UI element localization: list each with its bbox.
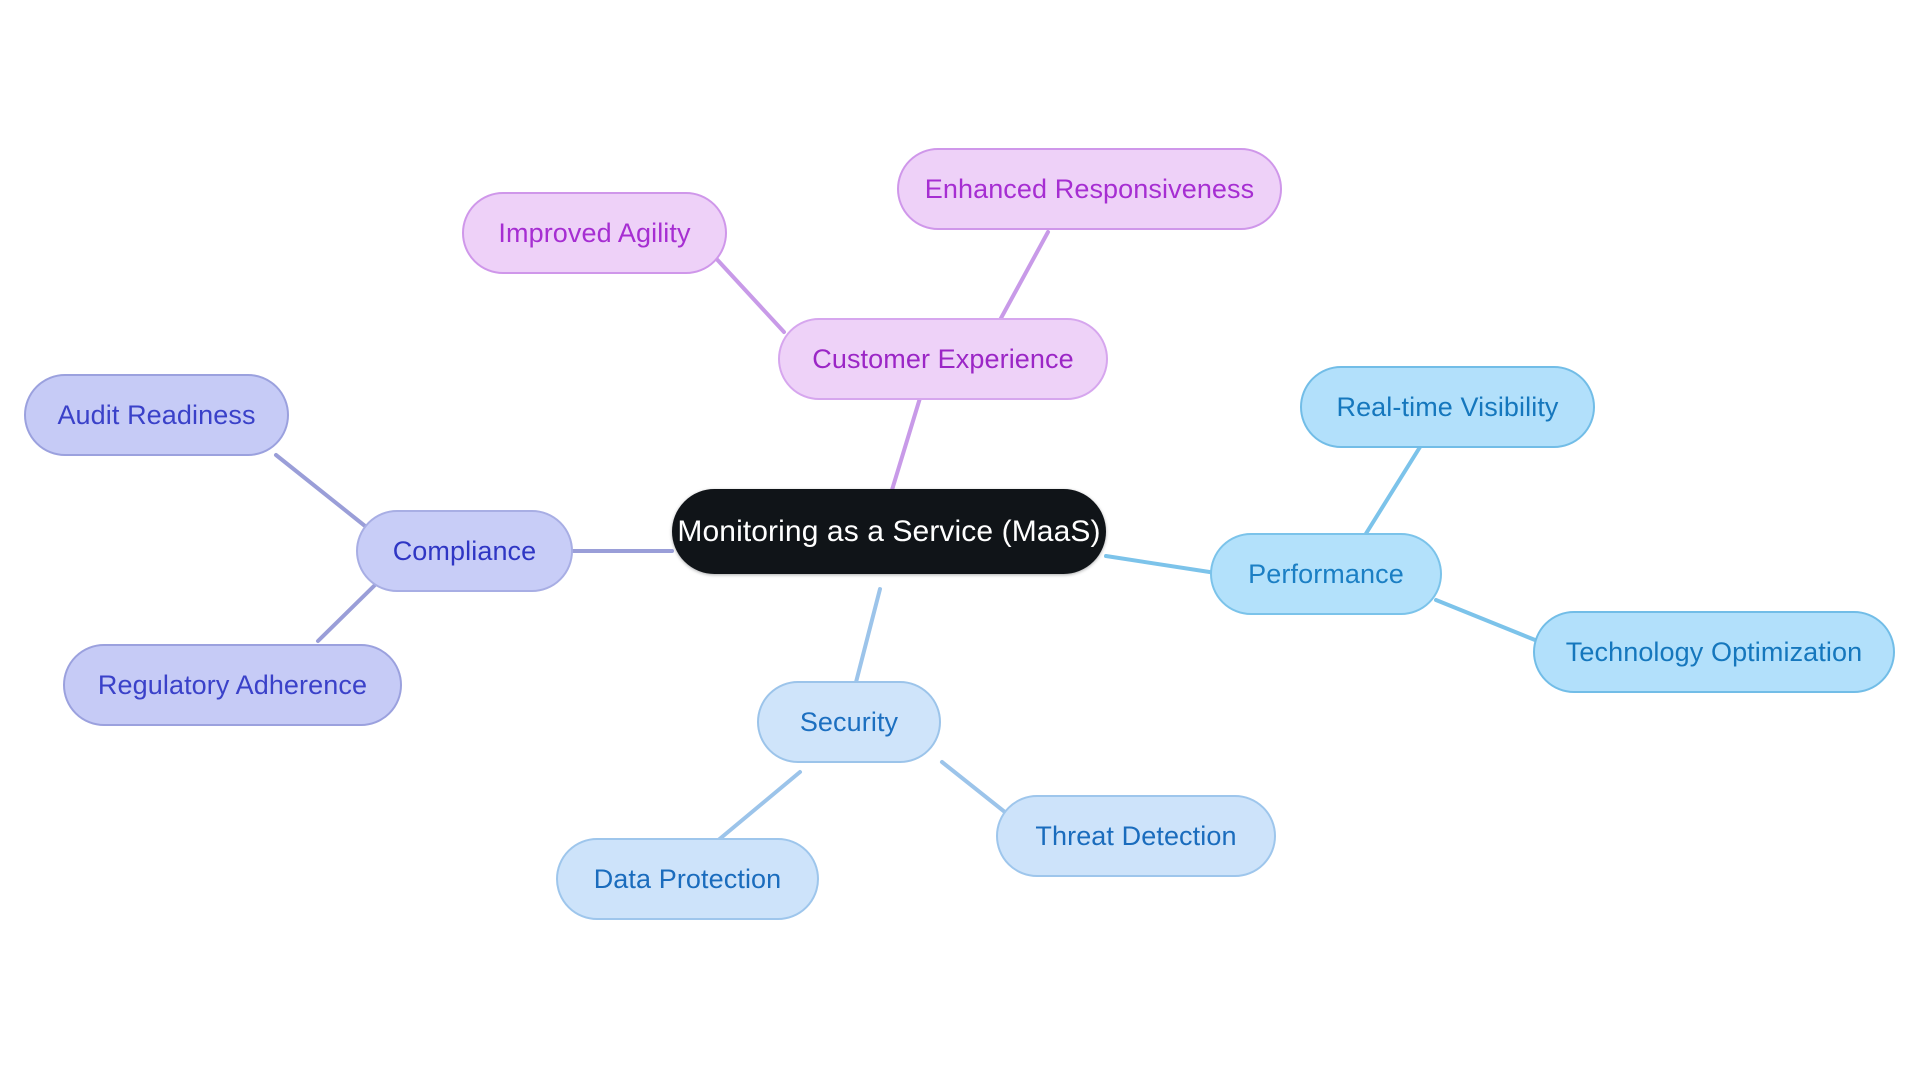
edge-customer-experience-to-enhanced-responsiveness: [998, 230, 1050, 322]
node-root-label: Monitoring as a Service (MaaS): [677, 514, 1101, 548]
node-leaf-regulatory-adherence-label: Regulatory Adherence: [97, 669, 368, 700]
edge-compliance-to-audit-readiness: [274, 453, 372, 532]
edge-compliance-to-regulatory-adherence: [316, 581, 379, 643]
edge-root-to-customer-experience: [886, 396, 922, 505]
edge-performance-to-technology-optimization: [1434, 598, 1542, 644]
node-leaf-data-protection-label: Data Protection: [593, 863, 782, 894]
node-leaf-real-time-visibility[interactable]: Real-time Visibility: [1300, 366, 1595, 448]
node-leaf-enhanced-responsiveness-label: Enhanced Responsiveness: [924, 173, 1255, 204]
node-leaf-technology-optimization-label: Technology Optimization: [1565, 636, 1863, 667]
node-branch-customer-experience[interactable]: Customer Experience: [778, 318, 1108, 400]
node-branch-performance[interactable]: Performance: [1210, 533, 1442, 615]
node-leaf-threat-detection[interactable]: Threat Detection: [996, 795, 1276, 877]
edge-customer-experience-to-improved-agility: [710, 252, 786, 334]
node-branch-performance-label: Performance: [1248, 558, 1404, 589]
node-leaf-technology-optimization[interactable]: Technology Optimization: [1533, 611, 1895, 693]
node-leaf-audit-readiness[interactable]: Audit Readiness: [24, 374, 289, 456]
node-leaf-regulatory-adherence[interactable]: Regulatory Adherence: [63, 644, 402, 726]
node-leaf-improved-agility-label: Improved Agility: [498, 217, 691, 248]
node-branch-compliance-label: Compliance: [392, 535, 537, 566]
node-branch-customer-experience-label: Customer Experience: [812, 343, 1074, 374]
node-branch-security-label: Security: [799, 706, 899, 737]
edge-root-to-security: [852, 587, 882, 692]
node-leaf-improved-agility[interactable]: Improved Agility: [462, 192, 727, 274]
node-leaf-threat-detection-label: Threat Detection: [1035, 820, 1237, 851]
mindmap-canvas: Monitoring as a Service (MaaS) Complianc…: [0, 0, 1920, 1083]
edge-root-to-performance: [1104, 554, 1218, 575]
node-branch-compliance[interactable]: Compliance: [356, 510, 573, 592]
node-leaf-data-protection[interactable]: Data Protection: [556, 838, 819, 920]
edge-security-to-data-protection: [714, 770, 802, 844]
node-root-maas[interactable]: Monitoring as a Service (MaaS): [672, 489, 1106, 574]
node-leaf-audit-readiness-label: Audit Readiness: [57, 399, 256, 430]
node-leaf-enhanced-responsiveness[interactable]: Enhanced Responsiveness: [897, 148, 1282, 230]
node-leaf-real-time-visibility-label: Real-time Visibility: [1336, 391, 1559, 422]
node-branch-security[interactable]: Security: [757, 681, 941, 763]
